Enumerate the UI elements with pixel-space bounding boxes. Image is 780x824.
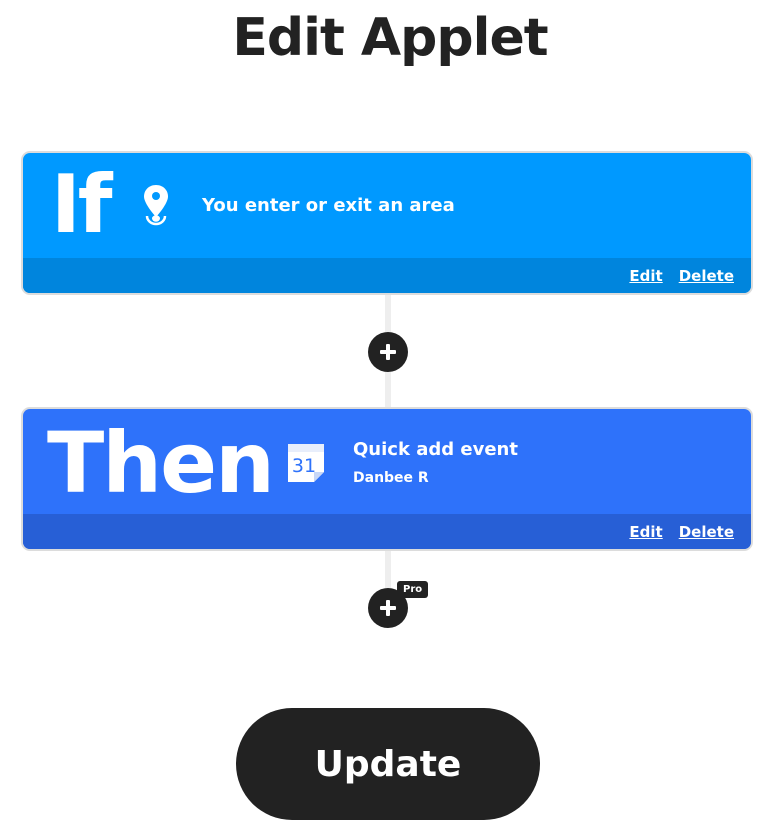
trigger-card-footer: Edit Delete (23, 258, 751, 293)
plus-icon (380, 344, 396, 360)
trigger-card-body[interactable]: If You enter or exit an area (23, 153, 751, 258)
action-account: Danbee R (353, 470, 429, 486)
update-button[interactable]: Update (236, 708, 540, 820)
trigger-card[interactable]: If You enter or exit an area Edit Delete (23, 153, 751, 293)
if-keyword: If (51, 158, 113, 251)
google-calendar-icon: 31 (288, 444, 324, 482)
pro-badge: Pro (397, 581, 429, 598)
plus-icon (380, 600, 396, 616)
action-title: Quick add event (353, 439, 518, 460)
action-card-footer: Edit Delete (23, 514, 751, 549)
trigger-title: You enter or exit an area (202, 195, 455, 216)
location-pin-icon (144, 185, 168, 226)
action-edit-link[interactable]: Edit (629, 523, 662, 541)
action-card[interactable]: Then 31 Quick add event Danbee R Edit De… (23, 409, 751, 549)
action-delete-link[interactable]: Delete (679, 523, 734, 541)
action-card-body[interactable]: Then 31 Quick add event Danbee R (23, 409, 751, 514)
calendar-day-number: 31 (292, 455, 316, 477)
trigger-delete-link[interactable]: Delete (679, 267, 734, 285)
then-keyword: Then (47, 414, 275, 512)
trigger-edit-link[interactable]: Edit (629, 267, 662, 285)
page-title: Edit Applet (232, 8, 548, 68)
add-step-button[interactable] (368, 332, 408, 372)
